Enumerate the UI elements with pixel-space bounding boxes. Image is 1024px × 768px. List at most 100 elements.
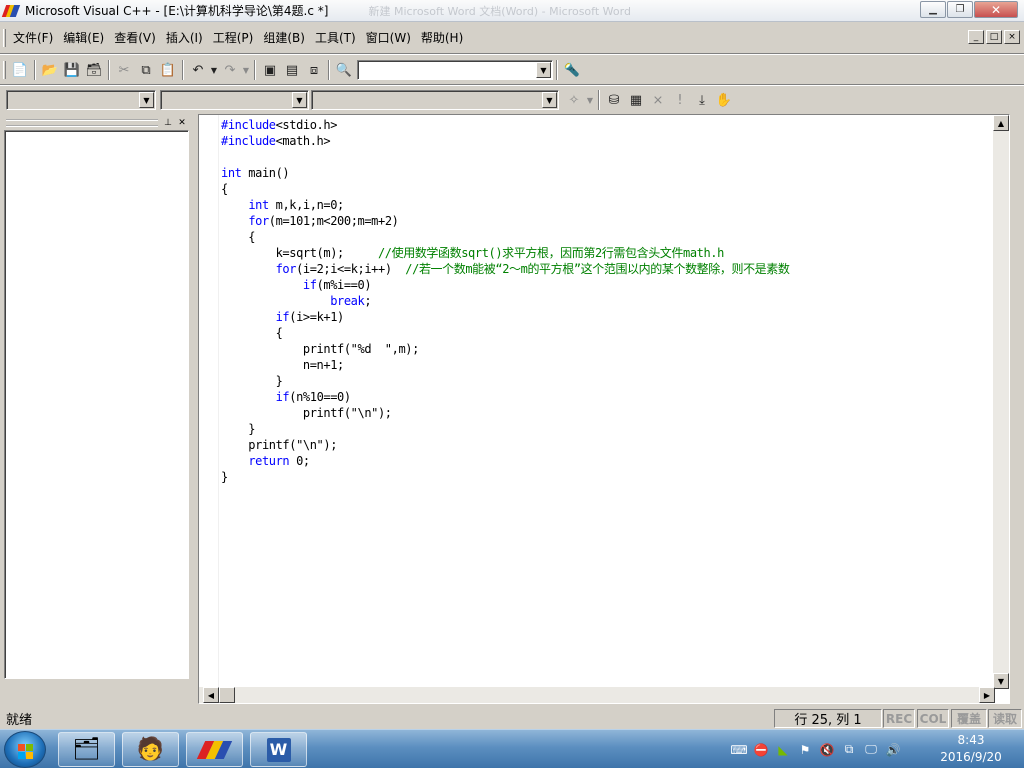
start-button[interactable]	[4, 731, 46, 768]
taskbar-explorer[interactable]: 🗂	[58, 732, 115, 767]
member-combo[interactable]: ▼	[311, 90, 559, 110]
code-line[interactable]: printf("\n");	[221, 437, 337, 453]
code-line[interactable]: for(i=2;i<=k;i++) //若一个数m能被“2～m的平方根”这个范围…	[221, 261, 790, 277]
taskbar-word[interactable]: W	[250, 732, 307, 767]
code-line[interactable]: {	[221, 181, 228, 197]
wizard-action-icon[interactable]: ✧	[563, 89, 585, 111]
stop-build-icon[interactable]: ⨯	[647, 89, 669, 111]
network-icon[interactable]: ⧉	[838, 742, 860, 757]
scroll-up-icon[interactable]: ▲	[993, 115, 1009, 131]
paste-icon[interactable]: 📋	[157, 59, 179, 81]
breakpoint-icon[interactable]: ✋	[713, 89, 735, 111]
vertical-scrollbar[interactable]: ▲ ▼	[993, 115, 1009, 689]
workspace-grip[interactable]	[6, 119, 158, 127]
code-line[interactable]: break;	[221, 293, 371, 309]
filter-combo[interactable]: ▼	[160, 90, 309, 110]
workspace-header[interactable]: ⊥ ✕	[4, 116, 189, 130]
undo-icon[interactable]: ↶	[187, 59, 209, 81]
display-icon[interactable]: 🖵	[860, 742, 882, 757]
code-line[interactable]: {	[221, 229, 255, 245]
class-combo[interactable]: ▼	[6, 90, 156, 110]
menu-file[interactable]: 文件(F)	[9, 28, 57, 48]
scroll-down-icon[interactable]: ▼	[993, 673, 1009, 689]
chevron-down-icon[interactable]: ▼	[292, 92, 307, 108]
find-icon[interactable]: 🔦	[561, 59, 583, 81]
menu-build[interactable]: 组建(B)	[259, 28, 309, 48]
code-line[interactable]: printf("%d ",m);	[221, 341, 419, 357]
workspace-window-icon[interactable]: ▣	[259, 59, 281, 81]
title-bar[interactable]: Microsoft Visual C++ - [E:\计算机科学导论\第4题.c…	[0, 0, 1024, 22]
code-line[interactable]: printf("\n");	[221, 405, 392, 421]
nvidia-icon[interactable]: ◣	[772, 743, 794, 757]
code-line[interactable]: int main()	[221, 165, 290, 181]
wizard-dropdown-icon[interactable]: ▼	[585, 89, 595, 111]
menu-view[interactable]: 查看(V)	[110, 28, 160, 48]
code-line[interactable]: {	[221, 325, 283, 341]
code-line[interactable]: #include<stdio.h>	[221, 117, 337, 133]
cut-icon[interactable]: ✂	[113, 59, 135, 81]
chevron-down-icon[interactable]: ▼	[536, 62, 551, 78]
code-line[interactable]: int m,k,i,n=0;	[221, 197, 344, 213]
menu-help[interactable]: 帮助(H)	[417, 28, 467, 48]
save-all-icon[interactable]: 🗃	[83, 59, 105, 81]
minimize-button[interactable]: ▁	[920, 1, 946, 18]
menu-insert[interactable]: 插入(I)	[162, 28, 207, 48]
visual-cpp-logo-icon[interactable]	[1, 3, 21, 19]
redo-dropdown-icon[interactable]: ▼	[241, 59, 251, 81]
horizontal-scrollbar[interactable]: ◀ ▶	[199, 687, 995, 703]
scroll-right-icon[interactable]: ▶	[979, 687, 995, 703]
code-line[interactable]: if(i>=k+1)	[221, 309, 345, 325]
taskbar-visual-cpp[interactable]	[186, 732, 243, 767]
undo-dropdown-icon[interactable]: ▼	[209, 59, 219, 81]
code-line[interactable]: }	[221, 373, 283, 389]
speaker-mute-icon[interactable]: 🔇	[816, 743, 838, 757]
compile-icon[interactable]: ⛁	[603, 89, 625, 111]
code-line[interactable]: }	[221, 469, 228, 485]
menu-edit[interactable]: 编辑(E)	[59, 28, 108, 48]
menu-project[interactable]: 工程(P)	[209, 28, 258, 48]
scroll-thumb[interactable]	[219, 687, 235, 703]
code-line[interactable]: if(n%10==0)	[221, 389, 351, 405]
execute-icon[interactable]: !	[669, 89, 691, 111]
doc-restore-button[interactable]: □	[986, 30, 1002, 44]
close-pane-icon[interactable]: ✕	[176, 117, 188, 129]
code-editor[interactable]: #include<stdio.h> #include<math.h> int mai…	[198, 114, 1010, 704]
find-in-files-icon[interactable]: 🔍	[333, 59, 355, 81]
go-icon[interactable]: ⤓	[691, 89, 713, 111]
workspace-tree[interactable]	[4, 130, 189, 679]
chevron-down-icon[interactable]: ▼	[139, 92, 154, 108]
code-line[interactable]: #include<math.h>	[221, 133, 331, 149]
doc-minimize-button[interactable]: _	[968, 30, 984, 44]
code-area[interactable]: #include<stdio.h> #include<math.h> int mai…	[199, 115, 991, 689]
code-line[interactable]: return 0;	[221, 453, 310, 469]
code-line[interactable]: n=n+1;	[221, 357, 344, 373]
code-line[interactable]: k=sqrt(m); //使用数学函数sqrt()求平方根，因而第2行需包含头文…	[221, 245, 725, 261]
open-icon[interactable]: 📂	[39, 59, 61, 81]
restore-button[interactable]: ❐	[947, 1, 973, 18]
menu-tools[interactable]: 工具(T)	[311, 28, 360, 48]
chevron-down-icon[interactable]: ▼	[542, 92, 557, 108]
build-icon[interactable]: ▦	[625, 89, 647, 111]
scroll-left-icon[interactable]: ◀	[203, 687, 219, 703]
copy-icon[interactable]: ⧉	[135, 59, 157, 81]
code-line[interactable]: if(m%i==0)	[221, 277, 372, 293]
code-line[interactable]: for(m=101;m<200;m=m+2)	[221, 213, 399, 229]
taskbar-contact[interactable]: 🧑	[122, 732, 179, 767]
restore-pane-icon[interactable]: ⊥	[162, 117, 174, 129]
keyboard-icon[interactable]: ⌨	[728, 743, 750, 757]
workspace-icon[interactable]: 📄	[9, 59, 31, 81]
output-window-icon[interactable]: ▤	[281, 59, 303, 81]
redo-icon[interactable]: ↷	[219, 59, 241, 81]
toolbar-grip[interactable]	[3, 61, 6, 79]
stop-icon[interactable]: ⛔	[750, 743, 772, 757]
clock[interactable]: 8:43 2016/9/20	[930, 732, 1012, 766]
find-combo[interactable]: ▼	[357, 60, 553, 80]
save-icon[interactable]: 💾	[61, 59, 83, 81]
doc-close-button[interactable]: ×	[1004, 30, 1020, 44]
code-line[interactable]: }	[221, 421, 255, 437]
editor-gutter[interactable]	[199, 115, 219, 689]
menubar-grip[interactable]	[3, 29, 6, 47]
window-list-icon[interactable]: ⧈	[303, 59, 325, 81]
flag-icon[interactable]: ⚑	[794, 743, 816, 757]
menu-window[interactable]: 窗口(W)	[362, 28, 415, 48]
